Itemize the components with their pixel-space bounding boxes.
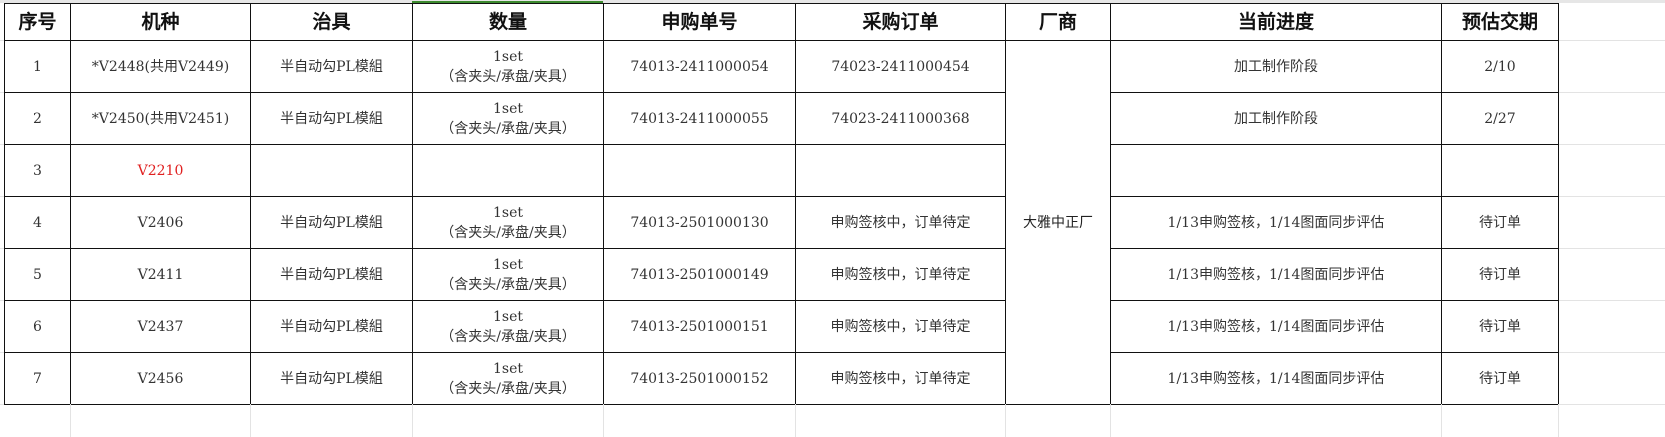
cell-purchase-order[interactable]: 申购签核中，订单待定 (795, 196, 1006, 249)
cell-fixture[interactable]: 半自动勾PL模組 (250, 92, 413, 145)
table-row: 7 V2456 半自动勾PL模組 1set （含夹头/承盘/夹具） 74013-25010… (4, 352, 1559, 405)
qty-line: 1set (492, 100, 523, 117)
cell-model[interactable]: V2411 (70, 248, 251, 301)
qty-line: （含夹头/承盘/夹具） (440, 120, 576, 137)
cell-model[interactable]: V2456 (70, 352, 251, 405)
table-row: 4 V2406 半自动勾PL模組 1set （含夹头/承盘/夹具） 74013-25010… (4, 196, 1559, 249)
cell-no[interactable]: 6 (4, 300, 71, 353)
cell-qty[interactable]: 1set （含夹头/承盘/夹具） (412, 352, 604, 405)
table-row: 1 *V2448(共用V2449) 半自动勾PL模組 1set （含夹头/承盘/夹具） 7… (4, 40, 1559, 405)
cell-progress[interactable] (1110, 144, 1442, 197)
table-row: 2 *V2450(共用V2451) 半自动勾PL模組 1set （含夹头/承盘/夹具） 7… (4, 92, 1559, 145)
cell-requisition-no[interactable]: 74013-2501000130 (603, 196, 796, 249)
header-row: 序号 机种 治具 数量 申购单号 采购订单 厂商 当前进度 预估交期 (4, 3, 1559, 41)
cell-qty[interactable]: 1set （含夹头/承盘/夹具） (412, 300, 604, 353)
grid-line (795, 404, 796, 437)
cell-model[interactable]: V2210 (70, 144, 251, 197)
qty-line: （含夹头/承盘/夹具） (440, 380, 576, 397)
cell-progress[interactable]: 1/13申购签核，1/14图面同步评估 (1110, 196, 1442, 249)
qty-line: （含夹头/承盘/夹具） (440, 224, 576, 241)
header-cell[interactable]: 预估交期 (1441, 3, 1559, 41)
qty-line: 1set (492, 204, 523, 221)
cell-eta[interactable]: 2/10 (1441, 40, 1559, 93)
cell-fixture[interactable]: 半自动勾PL模組 (250, 300, 413, 353)
cell-model[interactable]: V2437 (70, 300, 251, 353)
cell-qty[interactable]: 1set （含夹头/承盘/夹具） (412, 40, 604, 93)
header-cell[interactable]: 申购单号 (603, 3, 796, 41)
cell-qty[interactable] (412, 144, 604, 197)
qty-line: 1set (492, 360, 523, 377)
cell-no[interactable]: 2 (4, 92, 71, 145)
header-cell[interactable]: 厂商 (1005, 3, 1111, 41)
cell-no[interactable]: 5 (4, 248, 71, 301)
data-table: 序号 机种 治具 数量 申购单号 采购订单 厂商 当前进度 预估交期 1 *V24… (4, 3, 1559, 405)
header-cell[interactable]: 当前进度 (1110, 3, 1442, 41)
cell-eta[interactable] (1441, 144, 1559, 197)
cell-no[interactable]: 4 (4, 196, 71, 249)
cell-progress[interactable]: 1/13申购签核，1/14图面同步评估 (1110, 248, 1442, 301)
cell-no[interactable]: 1 (4, 40, 71, 93)
cell-fixture[interactable]: 半自动勾PL模組 (250, 196, 413, 249)
table-row: 3 V2210 (4, 144, 1559, 197)
cell-fixture[interactable]: 半自动勾PL模組 (250, 352, 413, 405)
cell-eta[interactable]: 待订单 (1441, 352, 1559, 405)
cell-requisition-no[interactable]: 74013-2501000151 (603, 300, 796, 353)
grid-line (603, 404, 604, 437)
cell-purchase-order[interactable]: 申购签核中，订单待定 (795, 352, 1006, 405)
cell-model[interactable]: *V2450(共用V2451) (70, 92, 251, 145)
header-cell[interactable]: 采购订单 (795, 3, 1006, 41)
grid-line (1110, 404, 1111, 437)
cell-qty[interactable]: 1set （含夹头/承盘/夹具） (412, 92, 604, 145)
cell-fixture[interactable]: 半自动勾PL模組 (250, 40, 413, 93)
cell-purchase-order[interactable] (795, 144, 1006, 197)
header-cell[interactable]: 数量 (412, 3, 604, 41)
cell-requisition-no[interactable]: 74013-2411000055 (603, 92, 796, 145)
cell-progress[interactable]: 加工制作阶段 (1110, 92, 1442, 145)
cell-purchase-order[interactable]: 申购签核中，订单待定 (795, 248, 1006, 301)
cell-eta[interactable]: 待订单 (1441, 248, 1559, 301)
qty-line: 1set (492, 256, 523, 273)
cell-model[interactable]: V2406 (70, 196, 251, 249)
cell-eta[interactable]: 2/27 (1441, 92, 1559, 145)
cell-qty[interactable]: 1set （含夹头/承盘/夹具） (412, 196, 604, 249)
cell-requisition-no[interactable] (603, 144, 796, 197)
qty-line: （含夹头/承盘/夹具） (440, 68, 576, 85)
grid-line (250, 404, 251, 437)
header-cell[interactable]: 治具 (250, 3, 413, 41)
table-row: 5 V2411 半自动勾PL模組 1set （含夹头/承盘/夹具） 74013-25010… (4, 248, 1559, 301)
header-cell[interactable]: 机种 (70, 3, 251, 41)
grid-line (1005, 404, 1006, 437)
grid-line (1441, 404, 1442, 437)
cell-requisition-no[interactable]: 74013-2501000152 (603, 352, 796, 405)
cell-qty[interactable]: 1set （含夹头/承盘/夹具） (412, 248, 604, 301)
qty-line: （含夹头/承盘/夹具） (440, 276, 576, 293)
cell-fixture[interactable] (250, 144, 413, 197)
qty-line: （含夹头/承盘/夹具） (440, 328, 576, 345)
cell-progress[interactable]: 1/13申购签核，1/14图面同步评估 (1110, 300, 1442, 353)
qty-line: 1set (492, 308, 523, 325)
cell-no[interactable]: 7 (4, 352, 71, 405)
cell-requisition-no[interactable]: 74013-2501000149 (603, 248, 796, 301)
cell-requisition-no[interactable]: 74013-2411000054 (603, 40, 796, 93)
cell-progress[interactable]: 1/13申购签核，1/14图面同步评估 (1110, 352, 1442, 405)
cell-vendor[interactable]: 大雅中正厂 (1005, 40, 1111, 405)
cell-eta[interactable]: 待订单 (1441, 196, 1559, 249)
table-row: 6 V2437 半自动勾PL模組 1set （含夹头/承盘/夹具） 74013-25010… (4, 300, 1559, 353)
header-cell[interactable]: 序号 (4, 3, 71, 41)
cell-model[interactable]: *V2448(共用V2449) (70, 40, 251, 93)
grid-line (412, 404, 413, 437)
cell-eta[interactable]: 待订单 (1441, 300, 1559, 353)
grid-line (1558, 404, 1559, 437)
cell-progress[interactable]: 加工制作阶段 (1110, 40, 1442, 93)
cell-purchase-order[interactable]: 74023-2411000368 (795, 92, 1006, 145)
cell-fixture[interactable]: 半自动勾PL模組 (250, 248, 413, 301)
cell-purchase-order[interactable]: 74023-2411000454 (795, 40, 1006, 93)
cell-no[interactable]: 3 (4, 144, 71, 197)
cell-purchase-order[interactable]: 申购签核中，订单待定 (795, 300, 1006, 353)
grid-line (70, 404, 71, 437)
qty-line: 1set (492, 48, 523, 65)
